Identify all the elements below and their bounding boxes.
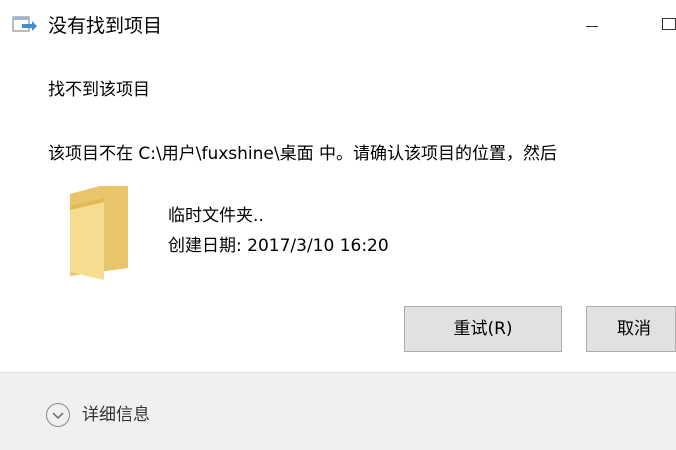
dialog-window: 没有找到项目 找不到该项目 该项目不在 C:\用户\fuxshine\桌面 中。… bbox=[0, 0, 676, 450]
item-created-date: 创建日期: 2017/3/10 16:20 bbox=[168, 236, 389, 256]
dialog-message: 该项目不在 C:\用户\fuxshine\桌面 中。请确认该项目的位置，然后 bbox=[48, 144, 557, 164]
maximize-button[interactable] bbox=[636, 10, 676, 40]
item-name: 临时文件夹.. bbox=[168, 206, 264, 226]
folder-icon bbox=[70, 186, 128, 280]
chevron-down-icon bbox=[52, 412, 64, 420]
minimize-button[interactable] bbox=[572, 12, 612, 42]
details-label[interactable]: 详细信息 bbox=[82, 404, 150, 426]
title-bar[interactable]: 没有找到项目 bbox=[0, 0, 676, 54]
dialog-heading: 找不到该项目 bbox=[48, 80, 150, 100]
window-title: 没有找到项目 bbox=[48, 15, 163, 37]
file-move-icon bbox=[12, 16, 37, 32]
retry-button[interactable]: 重试(R) bbox=[404, 306, 562, 352]
details-toggle-button[interactable] bbox=[46, 403, 70, 427]
cancel-button[interactable]: 取消 bbox=[586, 306, 676, 352]
details-footer: 详细信息 bbox=[0, 372, 676, 450]
